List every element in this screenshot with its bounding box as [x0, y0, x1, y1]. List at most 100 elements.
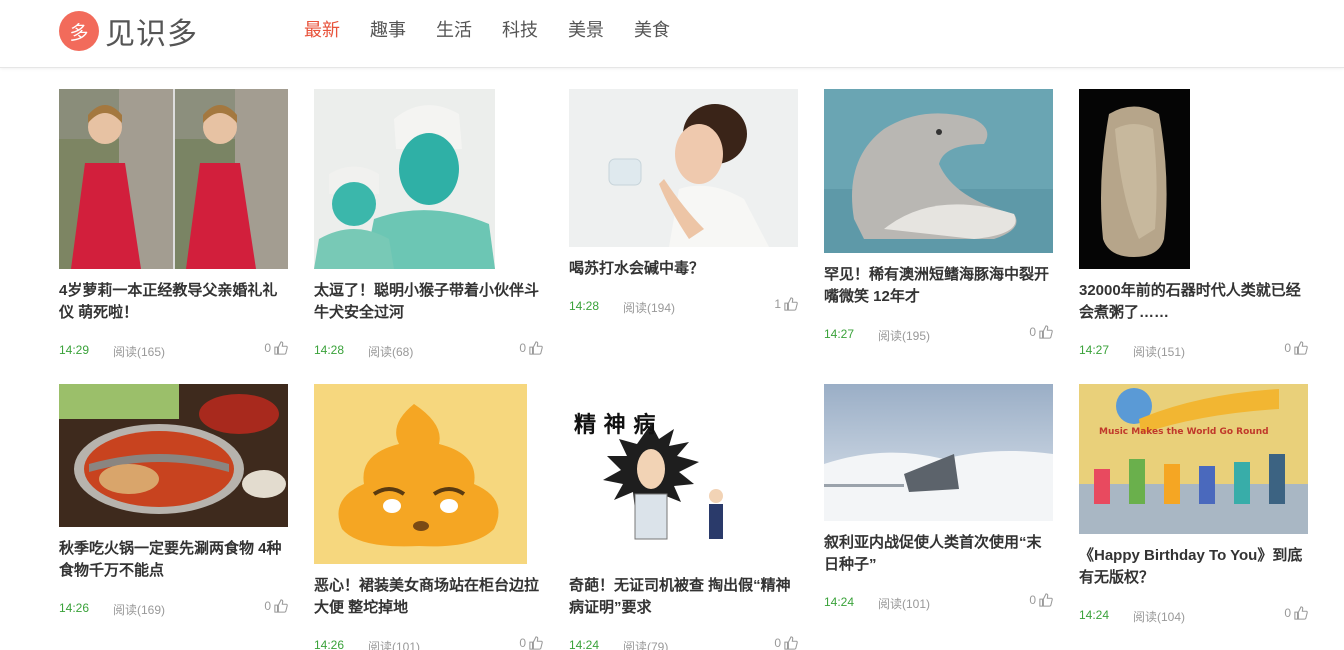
article-meta: 14:24 阅读(104) 0	[1079, 606, 1308, 626]
like-button[interactable]: 0	[1284, 606, 1308, 620]
article-thumbnail[interactable]	[1079, 89, 1190, 269]
like-button[interactable]: 0	[519, 636, 543, 650]
thumbs-up-icon	[529, 636, 543, 650]
thumbs-up-icon	[274, 599, 288, 613]
nav-item-fun[interactable]: 趣事	[370, 18, 406, 42]
article-title[interactable]: 喝苏打水会碱中毒？	[569, 258, 798, 280]
article-thumbnail[interactable]	[314, 89, 495, 269]
article-time: 14:27	[824, 327, 855, 341]
article-thumbnail[interactable]	[569, 89, 798, 247]
like-count: 0	[1284, 606, 1291, 620]
article-meta: 14:26 阅读(101) 0	[314, 636, 543, 650]
thumbs-up-icon	[1294, 341, 1308, 355]
like-button[interactable]: 1	[774, 297, 798, 311]
article-card[interactable]: 太逗了！聪明小猴子带着小伙伴斗牛犬安全过河 14:28 阅读(68) 0	[314, 89, 543, 361]
like-count: 0	[1029, 325, 1036, 339]
like-count: 0	[519, 341, 526, 355]
article-time: 14:26	[314, 638, 345, 650]
article-meta: 14:27 阅读(195) 0	[824, 325, 1053, 345]
article-time: 14:26	[59, 601, 90, 615]
like-count: 0	[264, 599, 271, 613]
article-meta: 14:24 阅读(101) 0	[824, 593, 1053, 613]
logo-text: 见识多	[105, 18, 198, 51]
article-meta: 14:29 阅读(165) 0	[59, 341, 288, 361]
image-caption: Music Makes the World Go Round	[1099, 427, 1269, 437]
article-card[interactable]: Music Makes the World Go Round 《Happy Bi…	[1079, 384, 1308, 626]
article-card[interactable]: 4岁萝莉一本正经教导父亲婚礼礼仪 萌死啦！ 14:29 阅读(165) 0	[59, 89, 288, 361]
nav-item-tech[interactable]: 科技	[502, 18, 538, 42]
like-button[interactable]: 0	[774, 636, 798, 650]
article-read-count: 阅读(79)	[623, 640, 669, 650]
article-read-count: 阅读(195)	[878, 329, 931, 343]
like-button[interactable]: 0	[1029, 593, 1053, 607]
thumbs-up-icon	[784, 636, 798, 650]
article-time: 14:27	[1079, 343, 1110, 357]
article-title[interactable]: 32000年前的石器时代人类就已经会煮粥了……	[1079, 280, 1308, 324]
article-title[interactable]: 奇葩！无证司机被查 掏出假“精神病证明”要求	[569, 575, 798, 619]
thumbs-up-icon	[1039, 593, 1053, 607]
article-thumbnail[interactable]	[824, 384, 1053, 521]
like-button[interactable]: 0	[1284, 341, 1308, 355]
article-thumbnail[interactable]: Music Makes the World Go Round	[1079, 384, 1308, 534]
article-title[interactable]: 《Happy Birthday To You》到底有无版权？	[1079, 545, 1308, 589]
nav-item-latest[interactable]: 最新	[304, 18, 340, 42]
article-time: 14:24	[1079, 608, 1110, 622]
article-time: 14:29	[59, 343, 90, 357]
like-count: 0	[264, 341, 271, 355]
article-thumbnail[interactable]	[314, 384, 527, 564]
article-meta: 14:28 阅读(194) 1	[569, 297, 798, 317]
article-meta: 14:27 阅读(151) 0	[1079, 341, 1308, 361]
like-button[interactable]: 0	[264, 599, 288, 613]
article-card[interactable]: 恶心！裙装美女商场站在柜台边拉大便 整坨掉地 14:26 阅读(101) 0	[314, 384, 543, 650]
nav-item-scenery[interactable]: 美景	[568, 18, 604, 42]
article-read-count: 阅读(68)	[368, 345, 414, 359]
thumbs-up-icon	[1294, 606, 1308, 620]
article-card[interactable]: 精 神 病 奇葩！无证司机被查 掏出假“精神病证明”要求 14:24 阅读(79…	[569, 384, 798, 650]
thumbs-up-icon	[274, 341, 288, 355]
article-card[interactable]: 秋季吃火锅一定要先涮两食物 4种食物千万不能点 14:26 阅读(169) 0	[59, 384, 288, 619]
like-button[interactable]: 0	[1029, 325, 1053, 339]
article-title[interactable]: 秋季吃火锅一定要先涮两食物 4种食物千万不能点	[59, 538, 288, 582]
article-title[interactable]: 罕见！稀有澳洲短鳍海豚海中裂开嘴微笑 12年才	[824, 264, 1053, 308]
article-card[interactable]: 罕见！稀有澳洲短鳍海豚海中裂开嘴微笑 12年才 14:27 阅读(195) 0	[824, 89, 1053, 345]
like-count: 1	[774, 297, 781, 311]
article-title[interactable]: 太逗了！聪明小猴子带着小伙伴斗牛犬安全过河	[314, 280, 543, 324]
thumbs-up-icon	[784, 297, 798, 311]
main-nav: 最新 趣事 生活 科技 美景 美食	[304, 18, 700, 42]
article-thumbnail[interactable]: 精 神 病	[569, 384, 734, 564]
article-time: 14:28	[314, 343, 345, 357]
article-thumbnail[interactable]	[824, 89, 1053, 253]
article-title[interactable]: 4岁萝莉一本正经教导父亲婚礼礼仪 萌死啦！	[59, 280, 288, 324]
nav-item-life[interactable]: 生活	[436, 18, 472, 42]
like-button[interactable]: 0	[519, 341, 543, 355]
site-logo[interactable]: 多 见识多	[59, 9, 198, 53]
article-meta: 14:24 阅读(79) 0	[569, 636, 798, 650]
article-read-count: 阅读(101)	[368, 640, 421, 650]
article-card[interactable]: 叙利亚内战促使人类首次使用“末日种子” 14:24 阅读(101) 0	[824, 384, 1053, 613]
image-caption: 精 神 病	[574, 412, 655, 438]
article-title[interactable]: 叙利亚内战促使人类首次使用“末日种子”	[824, 532, 1053, 576]
article-title[interactable]: 恶心！裙装美女商场站在柜台边拉大便 整坨掉地	[314, 575, 543, 619]
logo-mark-icon: 多	[59, 11, 99, 51]
article-thumbnail[interactable]	[59, 384, 288, 527]
article-time: 14:24	[569, 638, 600, 650]
article-read-count: 阅读(169)	[113, 603, 166, 617]
like-count: 0	[1029, 593, 1036, 607]
article-read-count: 阅读(194)	[623, 301, 676, 315]
like-count: 0	[519, 636, 526, 650]
article-time: 14:28	[569, 299, 600, 313]
thumbs-up-icon	[1039, 325, 1053, 339]
article-time: 14:24	[824, 595, 855, 609]
site-header: 多 见识多 最新 趣事 生活 科技 美景 美食	[0, 0, 1344, 68]
article-read-count: 阅读(101)	[878, 597, 931, 611]
article-thumbnail[interactable]	[59, 89, 288, 269]
nav-item-food[interactable]: 美食	[634, 18, 670, 42]
article-card[interactable]: 32000年前的石器时代人类就已经会煮粥了…… 14:27 阅读(151) 0	[1079, 89, 1308, 361]
article-read-count: 阅读(165)	[113, 345, 166, 359]
like-button[interactable]: 0	[264, 341, 288, 355]
article-meta: 14:28 阅读(68) 0	[314, 341, 543, 361]
thumbs-up-icon	[529, 341, 543, 355]
article-card[interactable]: 喝苏打水会碱中毒？ 14:28 阅读(194) 1	[569, 89, 798, 317]
article-meta: 14:26 阅读(169) 0	[59, 599, 288, 619]
article-read-count: 阅读(151)	[1133, 345, 1186, 359]
